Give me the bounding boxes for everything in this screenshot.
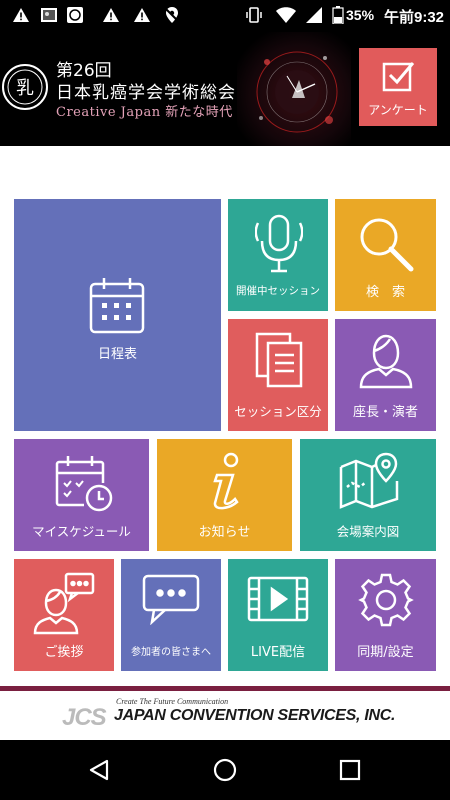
greeting-tile[interactable]: ご挨拶 xyxy=(14,559,114,671)
my-schedule-tile[interactable]: マイスケジュール xyxy=(14,439,149,551)
session-category-label: セッション区分 xyxy=(234,404,322,419)
search-label: 検 索 xyxy=(365,285,405,300)
clock: 午前9:32 xyxy=(384,9,445,26)
wifi-icon xyxy=(275,6,297,24)
live-session-label: 開催中セッション xyxy=(236,285,320,297)
search-tile[interactable]: 検 索 xyxy=(335,199,436,311)
news-tile[interactable]: お知らせ xyxy=(157,439,292,551)
schedule-tile[interactable]: 日程表 xyxy=(14,199,221,431)
society-logo: 乳 xyxy=(2,64,48,110)
session-category-tile[interactable]: セッション区分 xyxy=(228,319,328,431)
live-stream-tile[interactable]: LIVE配信 xyxy=(228,559,328,671)
venue-map-tile[interactable]: 会場案内図 xyxy=(300,439,436,551)
conference-name: 日本乳癌学会学術総会 xyxy=(56,83,236,103)
conference-theme: Creative Japan 新たな時代 xyxy=(56,105,233,120)
warning-icon xyxy=(102,6,120,24)
survey-label: アンケート xyxy=(368,103,428,117)
warning-icon xyxy=(133,6,151,24)
chairs-speakers-label: 座長・演者 xyxy=(352,405,418,420)
chairs-speakers-tile[interactable]: 座長・演者 xyxy=(335,319,436,431)
home-icon[interactable] xyxy=(213,758,237,786)
map-icon xyxy=(338,451,400,511)
company-name: JAPAN CONVENTION SERVICES, INC. xyxy=(114,707,396,724)
jcs-logo-mark: JCS xyxy=(62,704,107,731)
recents-icon[interactable] xyxy=(339,759,361,785)
back-icon[interactable] xyxy=(87,758,111,786)
svg-text:乳: 乳 xyxy=(16,78,34,99)
to-participants-label: 参加者の皆さまへ xyxy=(131,647,211,658)
sync-settings-tile[interactable]: 同期/設定 xyxy=(335,559,436,671)
to-participants-tile[interactable]: 参加者の皆さまへ xyxy=(121,559,221,671)
checkbox-icon xyxy=(381,58,417,98)
status-bar: 35% 午前9:32 xyxy=(0,0,450,32)
my-schedule-label: マイスケジュール xyxy=(32,524,131,539)
schedule-label: 日程表 xyxy=(97,347,137,362)
search-icon xyxy=(357,215,415,273)
speaking-person-icon xyxy=(32,571,96,635)
live-session-tile[interactable]: 開催中セッション xyxy=(228,199,328,311)
survey-button[interactable]: アンケート xyxy=(359,48,437,126)
image-icon xyxy=(40,6,58,24)
warning-icon xyxy=(12,6,30,24)
info-icon xyxy=(209,451,243,511)
person-icon xyxy=(357,331,415,389)
navigation-bar xyxy=(0,740,450,800)
documents-icon xyxy=(254,331,304,389)
greeting-label: ご挨拶 xyxy=(44,645,84,660)
vibrate-icon xyxy=(245,6,263,24)
gear-icon xyxy=(358,572,414,628)
venue-map-label: 会場案内図 xyxy=(336,524,400,539)
sync-settings-label: 同期/設定 xyxy=(357,645,414,660)
live-stream-label: LIVE配信 xyxy=(250,645,306,660)
location-off-icon xyxy=(163,6,181,24)
video-icon xyxy=(246,575,310,623)
app-icon xyxy=(66,6,84,24)
footer-tagline: Create The Future Communication xyxy=(116,697,229,706)
signal-icon xyxy=(305,6,323,24)
news-label: お知らせ xyxy=(198,525,251,540)
chat-bubble-icon xyxy=(141,573,201,625)
calendar-clock-icon xyxy=(54,453,114,513)
battery-percent: 35% xyxy=(346,7,375,23)
header-banner-image xyxy=(237,32,351,146)
microphone-icon xyxy=(255,213,303,275)
calendar-icon xyxy=(88,275,146,335)
battery-icon xyxy=(332,6,344,25)
